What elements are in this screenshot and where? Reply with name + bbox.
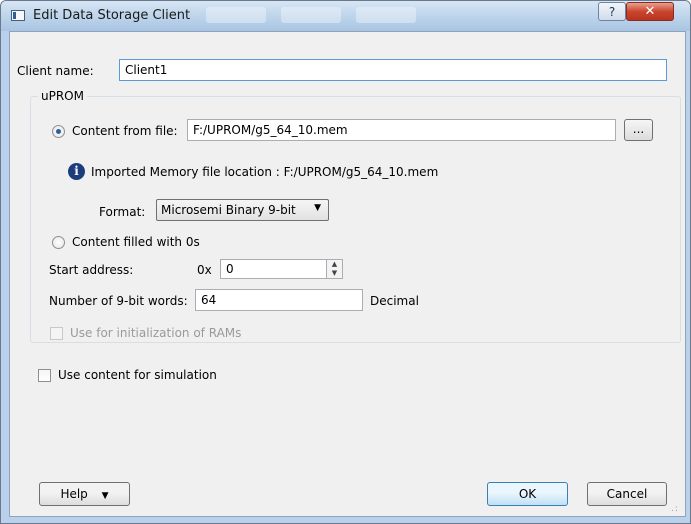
start-address-label: Start address:	[49, 263, 134, 277]
window-app-icon	[11, 10, 25, 21]
simulation-label[interactable]: Use content for simulation	[58, 368, 217, 382]
init-rams-label: Use for initialization of RAMs	[70, 326, 242, 340]
dialog-window: Edit Data Storage Client ? ✕ Client name…	[0, 0, 691, 524]
cancel-button[interactable]: Cancel	[587, 482, 667, 506]
help-button-label: Help	[60, 487, 88, 501]
chevron-down-icon: ▼	[101, 491, 109, 501]
imported-location-text: Imported Memory file location : F:/UPROM…	[91, 165, 439, 179]
format-label: Format:	[99, 205, 146, 219]
content-zeros-radio[interactable]	[52, 236, 65, 249]
format-dropdown[interactable]: Microsemi Binary 9-bit ▼	[156, 199, 329, 221]
content-from-file-radio[interactable]	[52, 125, 65, 138]
resize-grip-icon[interactable]: .:	[671, 505, 683, 518]
init-rams-checkbox	[50, 327, 63, 340]
content-zeros-label[interactable]: Content filled with 0s	[72, 235, 200, 249]
window-title: Edit Data Storage Client	[33, 8, 191, 23]
start-address-input[interactable]: 0	[220, 259, 327, 279]
title-help-button[interactable]: ?	[598, 2, 626, 21]
background-window-shadow	[356, 7, 416, 23]
start-address-spinner[interactable]: ▲ ▼	[326, 259, 343, 279]
format-dropdown-value: Microsemi Binary 9-bit	[161, 203, 296, 217]
spin-up-icon[interactable]: ▲	[327, 260, 342, 269]
client-name-label: Client name:	[17, 64, 94, 78]
spin-down-icon[interactable]: ▼	[327, 269, 342, 278]
title-bar[interactable]: Edit Data Storage Client ? ✕	[1, 1, 690, 31]
browse-button[interactable]: ...	[624, 119, 653, 141]
ok-button[interactable]: OK	[487, 482, 568, 506]
close-button[interactable]: ✕	[626, 2, 674, 21]
simulation-checkbox[interactable]	[38, 369, 51, 382]
hex-prefix-label: 0x	[197, 263, 212, 277]
word-count-unit: Decimal	[370, 294, 419, 308]
chevron-down-icon: ▼	[314, 203, 321, 213]
background-window-shadow	[206, 7, 266, 23]
word-count-input[interactable]: 64	[195, 289, 363, 311]
uprom-group-legend: uPROM	[38, 89, 87, 103]
help-dropdown-button[interactable]: Help ▼	[39, 482, 130, 506]
background-window-shadow	[281, 7, 341, 23]
client-name-input[interactable]: Client1	[119, 59, 667, 81]
file-path-input[interactable]: F:/UPROM/g5_64_10.mem	[187, 119, 616, 141]
content-from-file-label[interactable]: Content from file:	[72, 124, 178, 138]
word-count-label: Number of 9-bit words:	[49, 294, 188, 308]
info-icon: i	[68, 163, 85, 180]
